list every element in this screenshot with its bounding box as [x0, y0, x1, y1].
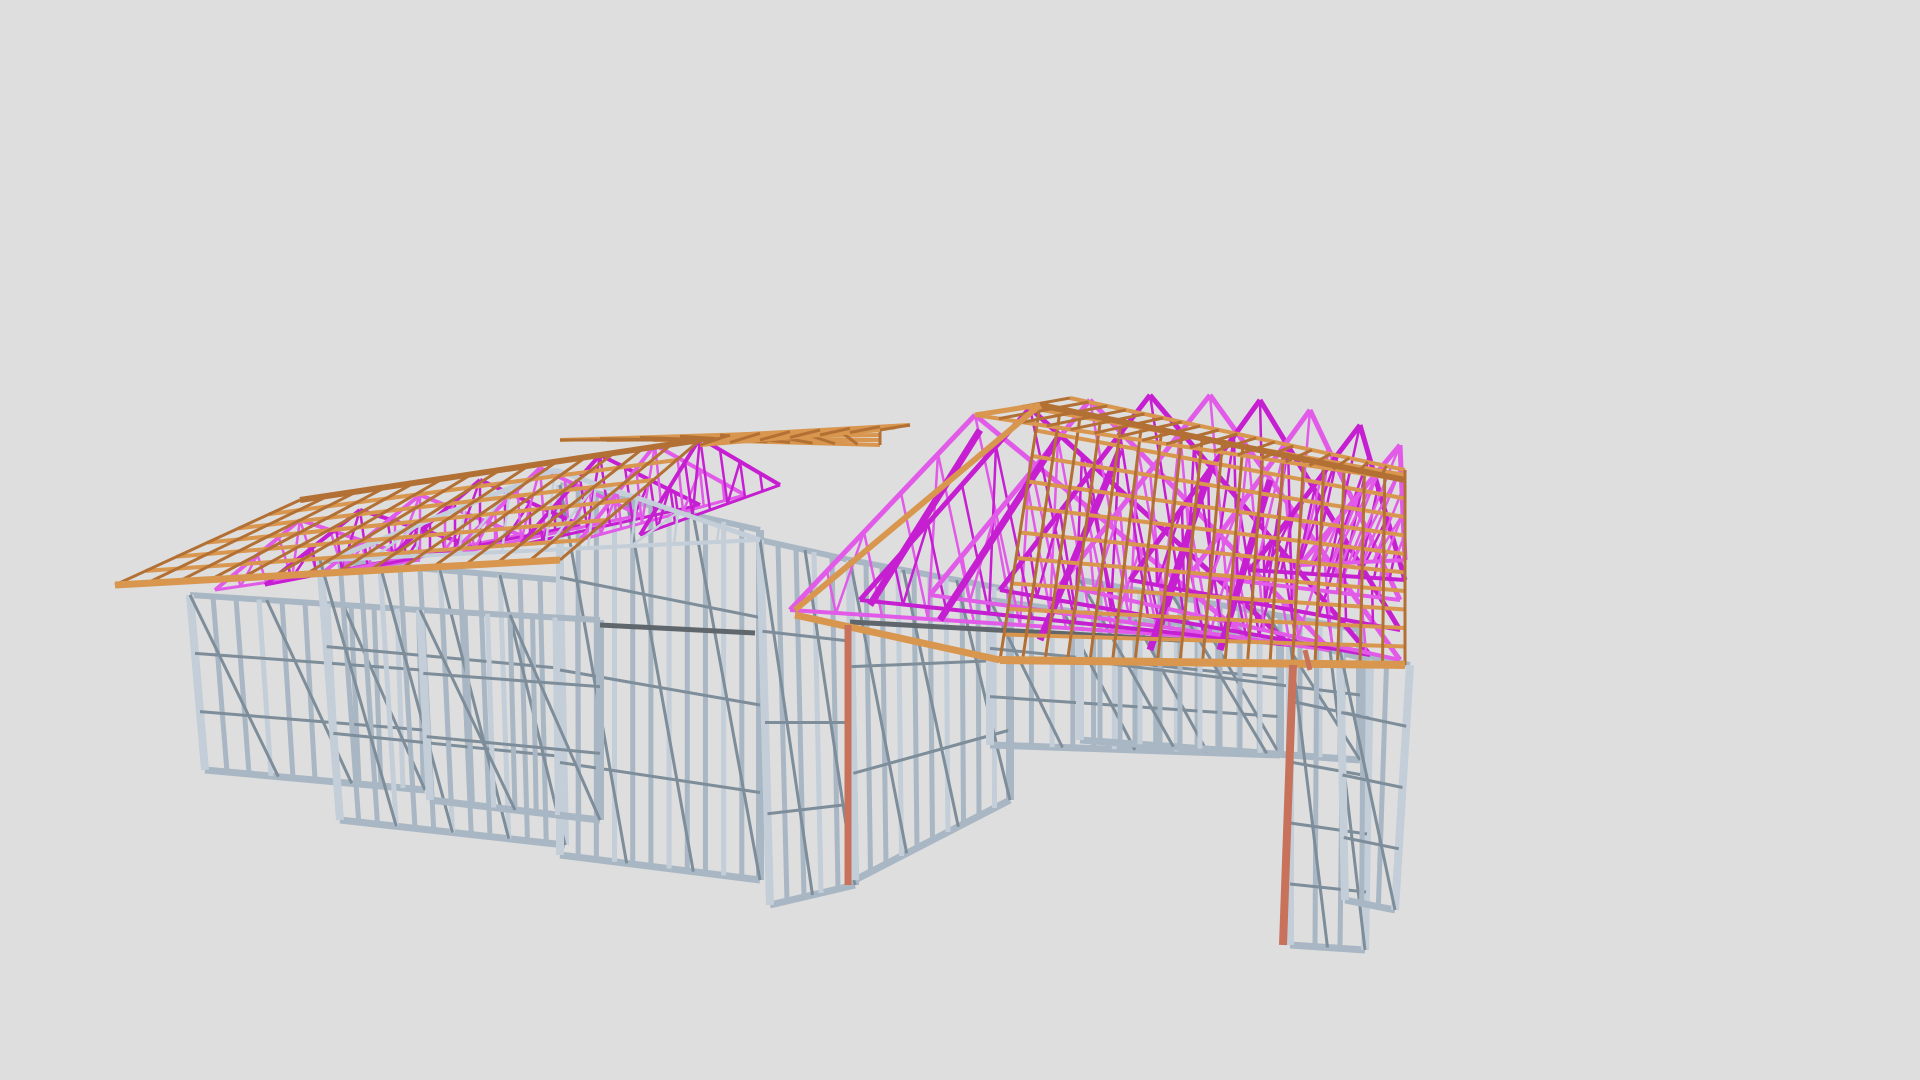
wall-stud: [233, 597, 252, 775]
wall-stud: [530, 616, 539, 813]
truss-web: [1394, 558, 1406, 562]
wall-stud: [911, 571, 920, 849]
3d-model-viewport[interactable]: [0, 0, 1920, 1080]
wall-brace: [625, 499, 695, 872]
truss-web: [1088, 546, 1096, 593]
wall-noggin: [1289, 760, 1369, 778]
wall-stud: [279, 600, 296, 779]
house-frame-model: [114, 393, 1414, 954]
truss-web: [715, 525, 721, 543]
wall-stud: [507, 614, 518, 811]
wall-stud: [575, 618, 582, 818]
truss-web: [1389, 577, 1406, 582]
wall-stud: [440, 611, 454, 803]
wall-noggin: [1289, 882, 1367, 894]
wall-noggin: [559, 576, 761, 619]
wall-stud: [879, 565, 889, 865]
bottom-plate: [1344, 896, 1396, 914]
roof-fascia: [999, 656, 1406, 669]
wall-stud: [863, 562, 873, 873]
truss-web: [1154, 543, 1159, 586]
wall-stud: [210, 596, 230, 773]
wall-noggin: [1340, 711, 1407, 728]
wall-noggin: [1289, 821, 1368, 836]
wall-noggin: [1342, 773, 1403, 789]
wall-noggin: [767, 802, 854, 816]
wall-stud: [959, 580, 966, 825]
truss-web: [1342, 537, 1348, 621]
wall-stud: [975, 583, 982, 817]
lintel-beam: [599, 622, 756, 636]
wall-noggin: [559, 761, 761, 794]
truss-web: [698, 469, 705, 507]
truss-web: [762, 483, 781, 493]
bottom-plate: [559, 851, 761, 884]
wall-stud: [1312, 646, 1320, 947]
